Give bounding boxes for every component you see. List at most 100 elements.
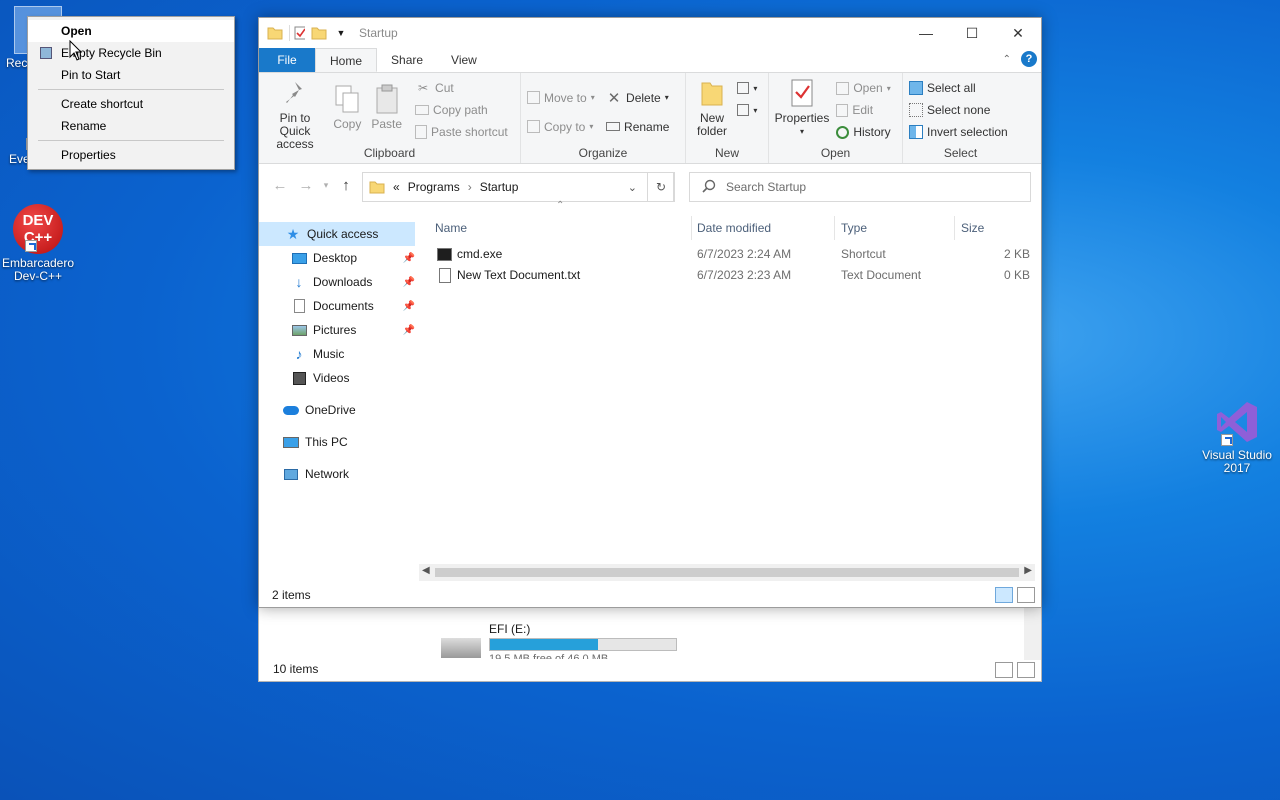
- minimize-icon[interactable]: —: [903, 18, 949, 48]
- pin-icon[interactable]: 📌: [403, 277, 415, 288]
- delete-button[interactable]: ✕ Delete ▾: [606, 83, 669, 112]
- tab-view[interactable]: View: [437, 48, 491, 72]
- group-select: Select all Select none Invert selection …: [903, 73, 1018, 163]
- nav-item-videos[interactable]: Videos: [291, 366, 415, 390]
- breadcrumb-separator-icon[interactable]: ›: [468, 180, 472, 194]
- explorer-window[interactable]: ▼ Startup — ☐ ✕ File Home Share View ⌃ ?…: [258, 17, 1042, 608]
- address-dropdown-icon[interactable]: ⌄: [628, 181, 637, 194]
- edit-button[interactable]: Edit: [836, 99, 890, 121]
- file-size: 2 KB: [1004, 247, 1031, 261]
- copy-path-button[interactable]: Copy path: [415, 99, 508, 121]
- menu-item-create-shortcut[interactable]: Create shortcut: [28, 93, 234, 115]
- collapse-ribbon-icon[interactable]: ⌃: [1003, 54, 1011, 65]
- menu-item-empty-recycle-bin[interactable]: Empty Recycle Bin: [28, 42, 234, 64]
- breadcrumb-programs[interactable]: Programs: [408, 180, 460, 194]
- nav-item-this-pc[interactable]: This PC: [283, 430, 415, 454]
- folder-icon: [267, 25, 283, 41]
- paste-shortcut-button[interactable]: Paste shortcut: [415, 121, 508, 143]
- new-item-button[interactable]: ▾: [737, 77, 757, 99]
- pin-to-quick-access-button[interactable]: Pin to Quick access: [263, 77, 327, 151]
- breadcrumb-overflow[interactable]: «: [393, 180, 400, 194]
- nav-item-pictures[interactable]: Pictures 📌: [291, 318, 415, 342]
- menu-item-open[interactable]: Open: [28, 20, 234, 42]
- easy-access-button[interactable]: ▾: [737, 99, 757, 121]
- desktop-icon-visual-studio[interactable]: Visual Studio 2017: [1199, 398, 1275, 475]
- column-separator[interactable]: [834, 216, 835, 240]
- background-status-text: 10 items: [273, 662, 319, 676]
- title-bar[interactable]: ▼ Startup — ☐ ✕: [259, 18, 1041, 48]
- file-type: Shortcut: [841, 247, 886, 261]
- open-button[interactable]: Open ▾: [836, 77, 891, 99]
- select-all-button[interactable]: Select all: [909, 77, 1012, 99]
- properties-qat-icon[interactable]: [289, 25, 305, 41]
- back-icon[interactable]: ←: [267, 177, 293, 194]
- history-button[interactable]: History: [836, 121, 891, 143]
- details-view-icon[interactable]: [995, 662, 1013, 678]
- menu-item-pin-to-start[interactable]: Pin to Start: [28, 64, 234, 86]
- search-box[interactable]: Search Startup: [689, 172, 1031, 202]
- new-folder-button[interactable]: New folder: [692, 77, 732, 138]
- tab-share[interactable]: Share: [377, 48, 437, 72]
- nav-item-quick-access[interactable]: ★ Quick access: [259, 222, 415, 246]
- drive-label[interactable]: EFI (E:): [489, 622, 530, 636]
- nav-item-onedrive[interactable]: OneDrive: [283, 398, 415, 422]
- column-separator[interactable]: [691, 216, 692, 240]
- maximize-icon[interactable]: ☐: [949, 18, 995, 48]
- large-icons-view-icon[interactable]: [1017, 587, 1035, 603]
- desktop-icon-devcpp[interactable]: DEV C++ Embarcadero Dev-C++: [0, 204, 76, 283]
- cut-button[interactable]: ✂ Cut: [415, 77, 508, 99]
- column-header-name[interactable]: Name: [435, 216, 685, 240]
- details-view-icon[interactable]: [995, 587, 1013, 603]
- tab-file[interactable]: File: [259, 48, 315, 72]
- nav-item-documents[interactable]: Documents 📌: [291, 294, 415, 318]
- breadcrumb-startup[interactable]: Startup: [480, 180, 519, 194]
- close-icon[interactable]: ✕: [995, 18, 1041, 48]
- background-vertical-scrollbar[interactable]: [1024, 600, 1041, 660]
- pin-icon[interactable]: 📌: [403, 301, 415, 312]
- forward-icon[interactable]: →: [293, 177, 319, 194]
- help-icon[interactable]: ?: [1021, 51, 1037, 67]
- refresh-icon[interactable]: ↻: [647, 172, 675, 202]
- ribbon: Pin to Quick access Copy Paste ✂ Cut Copy…: [259, 72, 1041, 164]
- copy-button[interactable]: Copy: [330, 83, 364, 131]
- properties-button[interactable]: Properties ▾: [775, 77, 829, 138]
- pin-icon[interactable]: 📌: [403, 325, 415, 336]
- file-row[interactable]: cmd.exe 6/7/2023 2:24 AM Shortcut 2 KB: [419, 244, 1030, 265]
- recent-locations-icon[interactable]: ▾: [319, 180, 333, 191]
- large-icons-view-icon[interactable]: [1017, 662, 1035, 678]
- status-bar: 2 items: [259, 583, 1041, 607]
- scrollbar-thumb[interactable]: [435, 568, 1019, 577]
- menu-item-properties[interactable]: Properties: [28, 144, 234, 166]
- pictures-icon: [291, 322, 307, 338]
- window-controls: — ☐ ✕: [903, 18, 1041, 48]
- customize-qat-icon[interactable]: ▼: [333, 25, 349, 41]
- move-to-button[interactable]: Move to ▾: [527, 83, 595, 112]
- paste-shortcut-icon: [415, 125, 428, 139]
- copy-to-button[interactable]: Copy to ▾: [527, 112, 595, 141]
- nav-item-downloads[interactable]: ↓ Downloads 📌: [291, 270, 416, 294]
- select-none-button[interactable]: Select none: [909, 99, 1012, 121]
- scroll-left-icon[interactable]: ◀: [422, 565, 430, 576]
- nav-item-music[interactable]: ♪ Music: [291, 342, 415, 366]
- nav-item-network[interactable]: Network: [283, 462, 415, 486]
- address-bar[interactable]: « Programs › Startup ⌄: [362, 172, 674, 202]
- new-folder-qat-icon[interactable]: [311, 25, 327, 41]
- tab-home[interactable]: Home: [315, 48, 378, 72]
- paste-button[interactable]: Paste: [368, 83, 406, 131]
- pin-icon[interactable]: 📌: [403, 253, 415, 264]
- nav-item-desktop[interactable]: Desktop 📌: [291, 246, 415, 270]
- menu-item-rename[interactable]: Rename: [28, 115, 234, 137]
- column-header-size[interactable]: Size: [961, 216, 1031, 240]
- rename-button[interactable]: Rename: [606, 112, 669, 141]
- invert-selection-button[interactable]: Invert selection: [909, 121, 1012, 143]
- search-icon: [702, 179, 716, 196]
- column-separator[interactable]: [954, 216, 955, 240]
- column-header-type[interactable]: Type: [841, 216, 951, 240]
- scroll-right-icon[interactable]: ▶: [1024, 565, 1032, 576]
- file-row[interactable]: New Text Document.txt 6/7/2023 2:23 AM T…: [419, 265, 1030, 286]
- horizontal-scrollbar[interactable]: ◀ ▶: [419, 564, 1035, 581]
- column-header-date-modified[interactable]: Date modified: [697, 216, 833, 240]
- up-icon[interactable]: ↑: [333, 177, 359, 194]
- background-explorer-window[interactable]: EFI (E:) 19.5 MB free of 46.0 MB 10 item…: [258, 600, 1042, 682]
- select-all-icon: [909, 81, 923, 95]
